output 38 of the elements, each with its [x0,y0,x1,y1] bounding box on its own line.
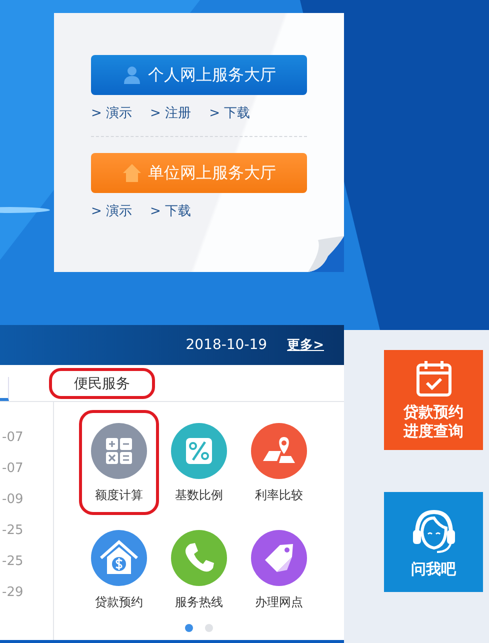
news-date: -29 [2,584,24,602]
tag-icon [251,530,307,586]
service-item[interactable]: 额度计算 [79,410,159,515]
service-tab[interactable]: 便民服务 [49,368,155,399]
hall-link[interactable]: > 演示 [91,202,132,220]
tile-text: 进度查询 [404,422,464,441]
hall-link[interactable]: > 下载 [209,104,250,122]
tile-text: 问我吧 [411,560,456,578]
service-item[interactable]: 利率比较 [239,410,319,515]
page-curl-drawing [308,236,344,272]
news-date: -09 [2,491,24,509]
personal-hall-button[interactable]: 个人网上服务大厅 [91,55,307,95]
hall-link[interactable]: > 下载 [150,202,192,220]
news-date: -25 [2,522,24,540]
phone-icon [171,530,227,586]
house-dollar-icon [91,530,147,586]
pager-dot[interactable] [205,624,213,632]
percent-icon [171,423,227,479]
calendar-check-icon [414,359,454,399]
news-date: -25 [2,553,24,571]
map-pin-icon [251,423,307,479]
hall-link[interactable]: > 演示 [91,104,132,122]
hall-link[interactable]: > 注册 [150,104,192,122]
calculator-icon [91,423,147,479]
tile-text: 贷款预约 [404,403,464,422]
ask-me-tile[interactable]: 问我吧 [384,492,483,592]
service-item[interactable]: 贷款预约 [79,517,159,622]
news-date: -07 [2,429,24,447]
house-icon [122,163,142,183]
service-item[interactable]: 服务热线 [159,517,239,622]
tab-edge[interactable] [0,377,9,401]
service-item[interactable]: 基数比例 [159,410,239,515]
person-icon [122,65,142,85]
news-date: -07 [2,460,24,478]
service-item[interactable]: 办理网点 [239,517,319,622]
date-text: 2018-10-19 [186,337,268,353]
more-link[interactable]: 更多> [287,336,324,354]
pager-dot[interactable] [185,624,193,632]
